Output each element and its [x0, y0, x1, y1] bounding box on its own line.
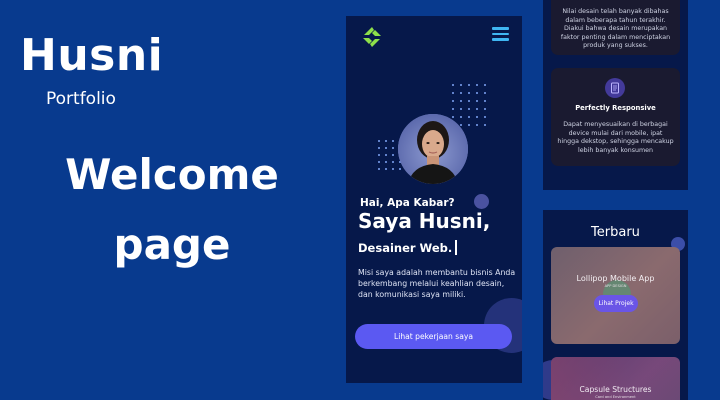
welcome-headline: Welcome page: [65, 150, 279, 269]
responsive-description: Dapat menyesuaikan di berbagai device mu…: [557, 121, 674, 154]
project-card-lollipop[interactable]: Lollipop Mobile App APP DESIGN Lihat Pro…: [551, 247, 680, 344]
hero-name: Saya Husni,: [358, 209, 491, 233]
document-icon: [605, 78, 625, 98]
decor-circle: [474, 194, 489, 209]
hero-role: Desainer Web.: [358, 240, 458, 255]
profile-photo: [408, 121, 458, 184]
mission-text: Misi saya adalah membantu bisnis Anda be…: [358, 268, 516, 300]
latest-section-title: Terbaru: [591, 225, 640, 240]
greeting-text: Hai, Apa Kabar?: [360, 197, 455, 209]
phone-welcome-screen: Hai, Apa Kabar? Saya Husni, Desainer Web…: [346, 16, 522, 383]
view-work-button[interactable]: Lihat pekerjaan saya: [355, 324, 512, 349]
project-tag: Card and Environment: [595, 395, 636, 399]
typing-caret: [455, 240, 458, 255]
project-tag: APP DESIGN: [604, 284, 627, 288]
brand-subtitle: Portfolio: [46, 89, 116, 109]
avatar: [398, 114, 468, 184]
design-description: Nilai desain telah banyak dibahas dalam …: [560, 8, 671, 50]
responsive-title: Perfectly Responsive: [575, 104, 656, 112]
project-card-capsule[interactable]: Capsule Structures Card and Environment: [551, 357, 680, 400]
phone-features-screen: Nilai desain telah banyak dibahas dalam …: [543, 0, 688, 190]
project-title: Capsule Structures: [579, 385, 652, 394]
view-project-button[interactable]: Lihat Projek: [594, 295, 638, 312]
brand-title: Husni: [20, 30, 164, 81]
logo-icon[interactable]: [360, 26, 384, 48]
hamburger-menu-icon[interactable]: [492, 27, 509, 41]
project-title: Lollipop Mobile App: [576, 274, 655, 283]
feature-card-design: Nilai desain telah banyak dibahas dalam …: [551, 0, 680, 55]
phone-latest-screen: Terbaru Lollipop Mobile App APP DESIGN L…: [543, 210, 688, 400]
role-text: Desainer Web.: [358, 241, 453, 255]
